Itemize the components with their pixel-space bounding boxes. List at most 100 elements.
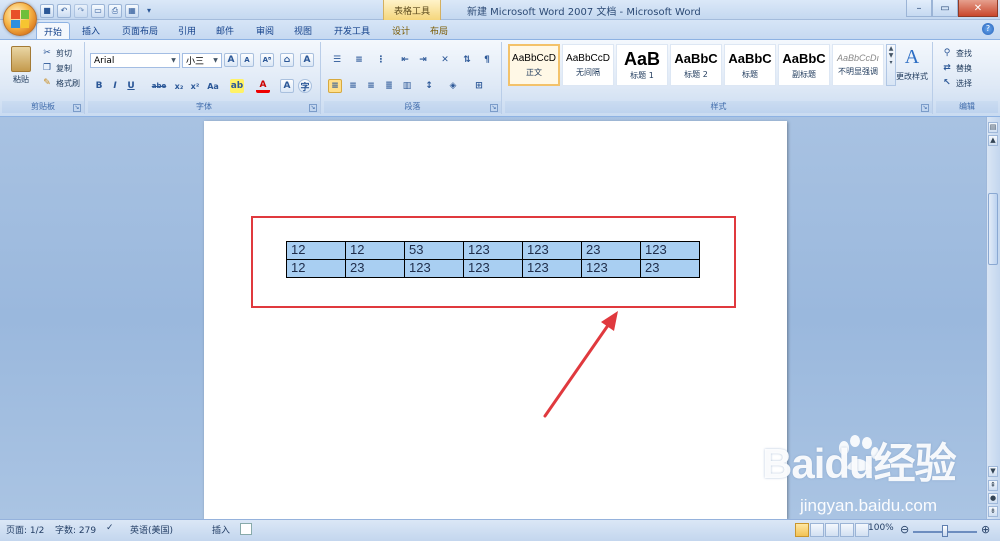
proofing-icon[interactable]: ✓ (106, 523, 114, 533)
subscript-icon[interactable]: x₂ (172, 79, 186, 93)
bullets-icon[interactable]: ☰ (328, 53, 346, 67)
underline-icon[interactable]: U (124, 79, 138, 93)
format-painter-button[interactable]: ✎ 格式刷 (40, 76, 80, 90)
copy-button[interactable]: ❐ 复制 (40, 61, 72, 75)
minimize-icon[interactable]: – (906, 0, 932, 17)
clear-format-icon[interactable]: Aᴮ (260, 53, 274, 67)
decrease-indent-icon[interactable]: ⇤ (398, 53, 412, 67)
style-normal[interactable]: AaBbCcD 正文 (508, 44, 560, 86)
style-heading-2[interactable]: AaBbC 标题 2 (670, 44, 722, 86)
align-right-icon[interactable]: ≡ (364, 79, 378, 93)
chart-icon[interactable]: ▦ (125, 3, 139, 18)
table-cell[interactable]: 123 (463, 259, 523, 278)
table-cell[interactable]: 23 (640, 259, 700, 278)
replace-button[interactable]: ⇄ 替换 (940, 61, 972, 75)
tab-home[interactable]: 开始 (36, 22, 70, 39)
phonetic-icon[interactable]: ⌂ (280, 53, 294, 67)
paste-button[interactable]: 粘贴 (8, 46, 34, 85)
justify-icon[interactable]: ≣ (382, 79, 396, 93)
style-subtle-emphasis[interactable]: AaBbCcDı 不明显强调 (832, 44, 884, 86)
browse-object-icon[interactable]: ● (988, 493, 998, 504)
print-preview-icon[interactable]: ⎙ (108, 3, 122, 18)
tab-view[interactable]: 视图 (288, 22, 318, 39)
word-count[interactable]: 字数: 279 (55, 523, 96, 536)
insert-mode[interactable]: 插入 (212, 523, 230, 536)
ruler-toggle-icon[interactable]: ▤ (988, 122, 998, 133)
dialog-launcher-icon[interactable]: ↘ (490, 104, 498, 112)
page-count[interactable]: 页面: 1/2 (6, 523, 44, 536)
superscript-icon[interactable]: x² (188, 79, 202, 93)
document-page[interactable] (204, 121, 787, 519)
highlight-icon[interactable]: ab (230, 79, 244, 93)
font-family-select[interactable]: Arial ▼ (90, 53, 180, 68)
redo-icon[interactable]: ↷ (74, 3, 88, 18)
table-cell[interactable]: 123 (581, 259, 641, 278)
vertical-scrollbar[interactable] (986, 117, 1000, 519)
prev-page-icon[interactable]: ⇞ (988, 480, 998, 491)
zoom-slider-thumb[interactable] (942, 525, 948, 537)
line-spacing-icon[interactable]: ↕ (420, 79, 438, 93)
table-cell[interactable]: 123 (640, 241, 700, 260)
scroll-down-icon[interactable]: ▼ (988, 466, 998, 477)
macro-record-icon[interactable] (240, 523, 252, 535)
web-layout-icon[interactable] (825, 523, 839, 537)
draft-view-icon[interactable] (855, 523, 869, 537)
style-no-spacing[interactable]: AaBbCcD 无间隔 (562, 44, 614, 86)
document-table[interactable]: 12 12 53 123 123 23 123 12 23 123 123 12… (286, 241, 700, 278)
italic-icon[interactable]: I (108, 79, 122, 93)
tab-review[interactable]: 审阅 (250, 22, 280, 39)
language-indicator[interactable]: 英语(美国) (130, 523, 173, 536)
bold-icon[interactable]: B (92, 79, 106, 93)
style-heading-1[interactable]: AaB 标题 1 (616, 44, 668, 86)
shading-icon[interactable]: ◈ (444, 79, 462, 93)
zoom-out-icon[interactable]: ⊖ (900, 523, 909, 536)
table-cell[interactable]: 123 (522, 259, 582, 278)
table-cell[interactable]: 23 (581, 241, 641, 260)
tab-insert[interactable]: 插入 (76, 22, 106, 39)
table-cell[interactable]: 12 (345, 241, 405, 260)
next-page-icon[interactable]: ⇟ (988, 506, 998, 517)
print-layout-icon[interactable] (795, 523, 809, 537)
table-cell[interactable]: 12 (286, 241, 346, 260)
align-left-icon[interactable]: ≡ (328, 79, 342, 93)
strikethrough-icon[interactable]: abe (150, 79, 168, 93)
show-marks-icon[interactable]: ¶ (480, 53, 494, 67)
shrink-font-icon[interactable]: A (240, 53, 254, 67)
change-styles-button[interactable]: A 更改样式 (893, 46, 931, 82)
office-button[interactable] (3, 2, 37, 36)
font-color-icon[interactable]: A (256, 79, 270, 93)
scroll-up-icon[interactable]: ▲ (988, 135, 998, 146)
customize-icon[interactable]: ▾ (142, 4, 156, 18)
find-button[interactable]: ⚲ 查找 (940, 46, 972, 60)
chinese-layout-icon[interactable]: ✕ (436, 53, 454, 67)
close-icon[interactable]: ✕ (958, 0, 998, 17)
save-icon[interactable]: ■ (40, 3, 54, 18)
undo-icon[interactable]: ↶ (57, 3, 71, 18)
table-cell[interactable]: 12 (286, 259, 346, 278)
dialog-launcher-icon[interactable]: ↘ (309, 104, 317, 112)
tab-references[interactable]: 引用 (172, 22, 202, 39)
style-subtitle[interactable]: AaBbC 副标题 (778, 44, 830, 86)
multilevel-list-icon[interactable]: ⋮ (372, 53, 390, 67)
tab-page-layout[interactable]: 页面布局 (115, 22, 165, 39)
style-title[interactable]: AaBbC 标题 (724, 44, 776, 86)
tab-developer[interactable]: 开发工具 (329, 22, 375, 39)
dialog-launcher-icon[interactable]: ↘ (73, 104, 81, 112)
tab-layout[interactable]: 布局 (424, 22, 454, 39)
tab-mailings[interactable]: 邮件 (210, 22, 240, 39)
zoom-in-icon[interactable]: ⊕ (981, 523, 990, 536)
new-doc-icon[interactable]: ▭ (91, 3, 105, 18)
select-button[interactable]: ↖ 选择 (940, 76, 972, 90)
align-center-icon[interactable]: ≡ (346, 79, 360, 93)
table-cell[interactable]: 123 (463, 241, 523, 260)
help-icon[interactable]: ? (982, 23, 994, 35)
scroll-thumb[interactable] (988, 193, 998, 265)
outline-view-icon[interactable] (840, 523, 854, 537)
font-size-select[interactable]: 小三 ▼ (182, 53, 222, 68)
dialog-launcher-icon[interactable]: ↘ (921, 104, 929, 112)
zoom-level[interactable]: 100% (868, 523, 894, 533)
table-cell[interactable]: 53 (404, 241, 464, 260)
table-cell[interactable]: 123 (522, 241, 582, 260)
cut-button[interactable]: ✂ 剪切 (40, 46, 72, 60)
change-case-icon[interactable]: Aa (204, 79, 222, 93)
